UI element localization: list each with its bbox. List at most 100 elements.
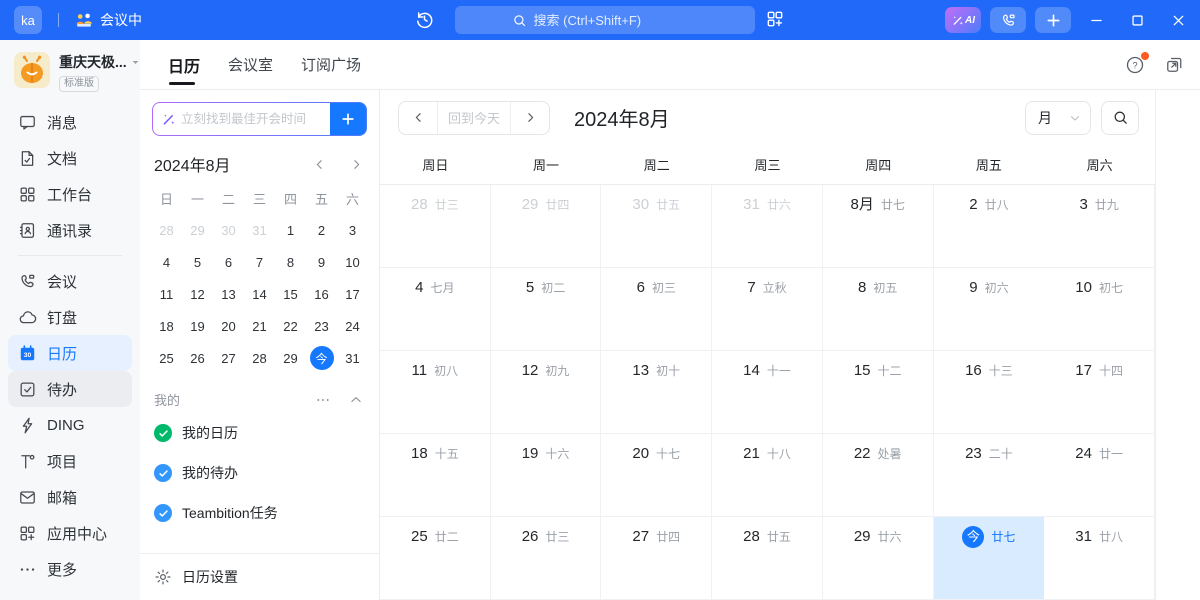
calendar-day-cell[interactable]: 15 十二: [823, 351, 934, 434]
mini-day-cell[interactable]: 31: [244, 214, 275, 246]
next-period-button[interactable]: [511, 102, 549, 134]
mini-day-cell[interactable]: 27: [213, 342, 244, 374]
mini-day-cell[interactable]: 9: [306, 246, 337, 278]
close-button[interactable]: [1162, 0, 1194, 40]
calendar-day-cell[interactable]: 8 初五: [823, 268, 934, 351]
mini-day-cell[interactable]: 26: [182, 342, 213, 374]
search-input[interactable]: [534, 13, 699, 28]
create-event-button[interactable]: [330, 103, 366, 135]
calendar-day-cell[interactable]: 16 十三: [934, 351, 1045, 434]
calendar-day-cell[interactable]: 13 初十: [601, 351, 712, 434]
calendar-day-cell[interactable]: 23 二十: [934, 434, 1045, 517]
calendar-day-cell[interactable]: 20 十七: [601, 434, 712, 517]
nav-item[interactable]: 通讯录: [8, 212, 132, 248]
mini-day-cell[interactable]: 14: [244, 278, 275, 310]
calendar-day-cell[interactable]: 31 廿八: [1044, 517, 1155, 600]
prev-month-icon[interactable]: [313, 158, 326, 171]
history-icon[interactable]: [414, 9, 435, 30]
calendar-day-cell[interactable]: 19 十六: [491, 434, 602, 517]
nav-item[interactable]: 待办: [8, 371, 132, 407]
mini-day-cell[interactable]: 28: [151, 214, 182, 246]
help-button[interactable]: ?: [1125, 55, 1145, 75]
calendar-day-cell[interactable]: 30 廿五: [601, 185, 712, 268]
nav-item[interactable]: DING: [8, 407, 132, 443]
nav-item[interactable]: 更多: [8, 551, 132, 587]
meeting-status[interactable]: 会议中: [74, 0, 142, 40]
mini-day-cell[interactable]: 今: [306, 342, 337, 374]
mini-day-cell[interactable]: 7: [244, 246, 275, 278]
collapse-icon[interactable]: [349, 393, 363, 407]
check-circle-icon[interactable]: [154, 424, 172, 442]
maximize-button[interactable]: [1121, 0, 1153, 40]
nav-item[interactable]: 钉盘: [8, 299, 132, 335]
open-in-window-icon[interactable]: [1165, 55, 1184, 74]
calendar-day-cell[interactable]: 8月 廿七: [823, 185, 934, 268]
calendar-day-cell[interactable]: 22 处暑: [823, 434, 934, 517]
calendar-day-cell[interactable]: 11 初八: [380, 351, 491, 434]
nav-item[interactable]: 邮箱: [8, 479, 132, 515]
mini-day-cell[interactable]: 8: [275, 246, 306, 278]
prev-period-button[interactable]: [399, 102, 437, 134]
calendar-source-item[interactable]: 我的待办: [140, 453, 379, 493]
mini-day-cell[interactable]: 15: [275, 278, 306, 310]
mini-day-cell[interactable]: 5: [182, 246, 213, 278]
calendar-day-cell[interactable]: 6 初三: [601, 268, 712, 351]
nav-item[interactable]: 文档: [8, 140, 132, 176]
view-mode-select[interactable]: 月: [1025, 101, 1091, 135]
nav-item[interactable]: 消息: [8, 104, 132, 140]
check-circle-icon[interactable]: [154, 464, 172, 482]
mini-day-cell[interactable]: 21: [244, 310, 275, 342]
mini-day-cell[interactable]: 4: [151, 246, 182, 278]
calendar-day-cell[interactable]: 10 初七: [1044, 268, 1155, 351]
mini-day-cell[interactable]: 11: [151, 278, 182, 310]
minimize-button[interactable]: [1080, 0, 1112, 40]
mini-day-cell[interactable]: 25: [151, 342, 182, 374]
mini-day-cell[interactable]: 3: [337, 214, 368, 246]
calendar-day-cell[interactable]: 29 廿六: [823, 517, 934, 600]
calendar-day-cell[interactable]: 14 十一: [712, 351, 823, 434]
app-launcher-icon[interactable]: [765, 9, 785, 29]
calendar-day-cell[interactable]: 17 十四: [1044, 351, 1155, 434]
calendar-day-cell[interactable]: 27 廿四: [601, 517, 712, 600]
calendar-day-cell[interactable]: 28 廿五: [712, 517, 823, 600]
calendar-day-cell[interactable]: 7 立秋: [712, 268, 823, 351]
mini-day-cell[interactable]: 1: [275, 214, 306, 246]
calendar-day-cell[interactable]: 26 廿三: [491, 517, 602, 600]
calendar-day-cell[interactable]: 24 廿一: [1044, 434, 1155, 517]
tab[interactable]: 日历: [168, 40, 200, 90]
call-button[interactable]: [990, 7, 1026, 33]
calendar-day-cell[interactable]: 5 初二: [491, 268, 602, 351]
mini-day-cell[interactable]: 22: [275, 310, 306, 342]
workspace-logo[interactable]: ka: [14, 6, 42, 34]
mini-day-cell[interactable]: 12: [182, 278, 213, 310]
calendar-day-cell[interactable]: 18 十五: [380, 434, 491, 517]
calendar-settings-button[interactable]: 日历设置: [140, 554, 379, 600]
calendar-day-cell[interactable]: 12 初九: [491, 351, 602, 434]
mini-day-cell[interactable]: 2: [306, 214, 337, 246]
calendar-day-cell[interactable]: 9 初六: [934, 268, 1045, 351]
ai-meeting-time-input[interactable]: [181, 112, 330, 126]
mini-day-cell[interactable]: 29: [182, 214, 213, 246]
calendar-day-cell[interactable]: 2 廿八: [934, 185, 1045, 268]
calendar-source-item[interactable]: Teambition任务: [140, 493, 379, 533]
calendar-day-cell[interactable]: 4 七月: [380, 268, 491, 351]
workspace-switcher[interactable]: 重庆天极... 标准版: [0, 40, 140, 96]
nav-item[interactable]: 30 日历: [8, 335, 132, 371]
calendar-day-cell[interactable]: 21 十八: [712, 434, 823, 517]
calendar-day-cell[interactable]: 今 廿七: [934, 517, 1045, 600]
mini-day-cell[interactable]: 29: [275, 342, 306, 374]
mini-day-cell[interactable]: 31: [337, 342, 368, 374]
nav-item[interactable]: 项目: [8, 443, 132, 479]
nav-item[interactable]: 应用中心: [8, 515, 132, 551]
mini-day-cell[interactable]: 24: [337, 310, 368, 342]
next-month-icon[interactable]: [350, 158, 363, 171]
mini-day-cell[interactable]: 19: [182, 310, 213, 342]
back-to-today-button[interactable]: 回到今天: [437, 102, 511, 134]
mini-day-cell[interactable]: 10: [337, 246, 368, 278]
calendar-day-cell[interactable]: 28 廿三: [380, 185, 491, 268]
nav-item[interactable]: 会议: [8, 263, 132, 299]
check-circle-icon[interactable]: [154, 504, 172, 522]
create-button[interactable]: [1035, 7, 1071, 33]
tab[interactable]: 订阅广场: [301, 40, 361, 90]
mini-day-cell[interactable]: 30: [213, 214, 244, 246]
